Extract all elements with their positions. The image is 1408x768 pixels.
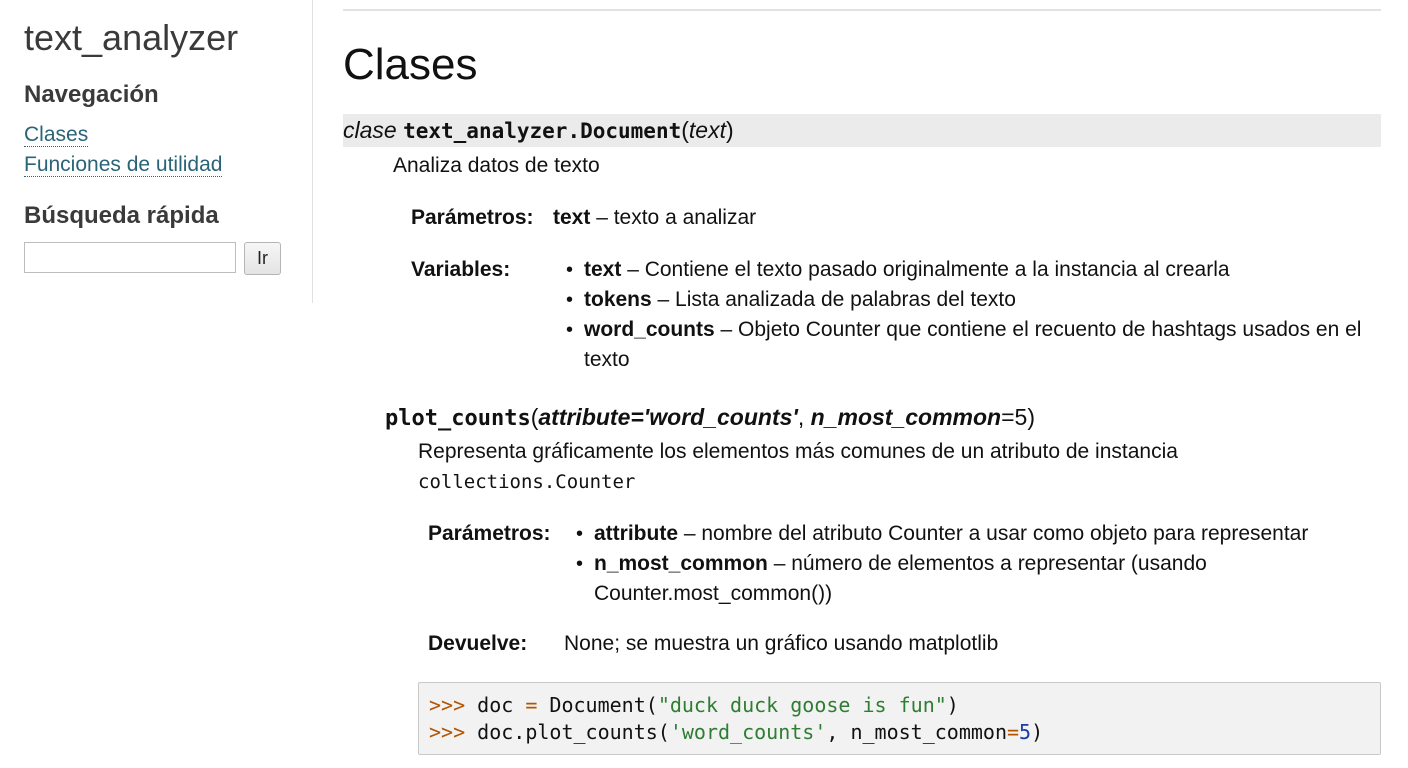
method-signature: plot_counts(attribute='word_counts', n_m… [385,401,1035,435]
method-param-name: n_most_common [594,552,768,575]
code-text: doc [465,693,526,717]
code-text: , n_most_common [826,720,1007,744]
method-arg-default: =5 [1001,404,1028,430]
code-operator: = [525,693,538,717]
code-string: "duck duck goose is fun" [657,693,947,717]
nav-item-clases: Clases [24,122,222,152]
code-text: ) [1031,720,1044,744]
variable-item-text: text – Contiene el texto pasado original… [566,255,1384,285]
top-divider [343,9,1381,11]
navigation-list: Clases Funciones de utilidad [24,122,223,182]
nav-link-funciones-de-utilidad[interactable]: Funciones de utilidad [24,153,223,177]
param-text: text – texto a analizar [553,203,756,233]
method-description: Representa gráficamente los elementos má… [418,440,1178,463]
method-arg-n-most-common: n_most_common [810,404,1002,430]
variable-item-word-counts: word_counts – Objeto Counter que contien… [566,315,1384,375]
returns-value: None; se muestra un gráfico usando matpl… [564,632,999,655]
code-string: 'word_counts' [669,720,827,744]
code-text: ) [946,693,959,717]
search-input[interactable] [24,242,236,273]
variable-desc-continued: texto [584,348,630,371]
code-text: Document( [537,693,658,717]
nav-item-funciones: Funciones de utilidad [24,152,223,182]
method-param-desc: – número de elementos a representar (usa… [767,552,1207,575]
method-name: plot_counts [385,406,531,431]
search-go-button[interactable]: Ir [244,242,281,275]
code-example-block[interactable]: >>> doc = Document("duck duck goose is f… [418,682,1381,755]
method-param-attribute: attribute – nombre del atributo Counter … [576,519,1384,549]
variable-desc: – Contiene el texto pasado originalmente… [621,258,1230,281]
class-description: Analiza datos de texto [393,154,600,177]
method-arg-attribute: attribute='word_counts' [538,404,798,430]
method-close-paren: ) [1027,404,1035,430]
variable-name: word_counts [584,318,715,341]
code-prompt: >>> [429,720,466,744]
class-open-paren: ( [681,117,689,143]
quick-search-heading: Búsqueda rápida [24,202,219,229]
class-signature: clase text_analyzer.Document(text) [343,114,1381,147]
method-params-label: Parámetros: [428,522,551,545]
class-name: text_analyzer.Document [403,119,682,143]
method-description-code: collections.Counter [418,471,636,493]
variable-desc: – Objeto Counter que contiene el recuent… [714,318,1362,341]
page-title: Clases [343,40,478,89]
code-text: doc.plot_counts( [465,720,670,744]
nav-link-clases[interactable]: Clases [24,123,89,147]
code-operator: = [1007,720,1020,744]
variable-name: text [584,258,622,281]
navigation-heading: Navegación [24,81,159,108]
code-number: 5 [1019,720,1032,744]
code-prompt: >>> [429,693,466,717]
class-keyword: clase [343,117,397,143]
method-param-desc: – nombre del atributo Counter a usar com… [678,522,1309,545]
method-param-n-most-common: n_most_common – número de elementos a re… [576,549,1384,609]
variables-label: Variables: [411,258,511,281]
variable-desc: – Lista analizada de palabras del texto [651,288,1016,311]
variable-name: tokens [584,288,652,311]
returns-label: Devuelve: [428,632,528,655]
param-desc: – texto a analizar [590,206,757,229]
variable-item-tokens: tokens – Lista analizada de palabras del… [566,285,1384,315]
params-label: Parámetros: [411,206,534,229]
class-close-paren: ) [726,117,734,143]
param-name: text [553,206,591,229]
method-param-name: attribute [594,522,678,545]
project-title[interactable]: text_analyzer [24,16,238,60]
method-arg-separator: , [797,404,811,430]
method-param-desc-continued: Counter.most_common()) [594,582,833,605]
class-param: text [688,117,726,143]
sidebar: text_analyzer Navegación Clases Funcione… [0,0,313,303]
